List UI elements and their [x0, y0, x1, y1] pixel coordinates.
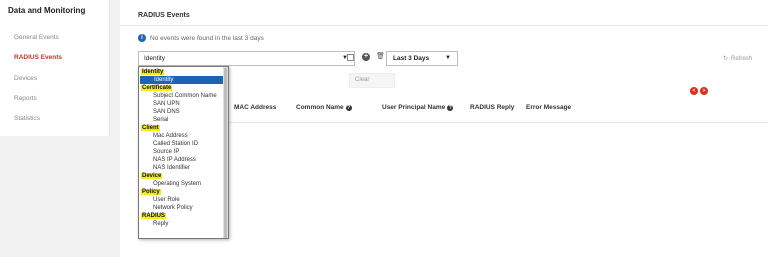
dropdown-option-san-dns[interactable]: SAN DNS [139, 108, 180, 116]
clear-button[interactable]: Clear [349, 73, 395, 88]
dropdown-group-client: Client [141, 125, 160, 131]
dropdown-option-nas-identifier[interactable]: NAS Identifier [139, 164, 190, 172]
column-header-common-name[interactable]: Common Name ? [296, 104, 352, 111]
filter-field-dropdown[interactable]: Identity Identity Certificate Subject Co… [138, 66, 229, 239]
column-header-label: Error Message [526, 104, 572, 111]
column-header-error-message[interactable]: Error Message [526, 104, 571, 111]
sidebar: Data and Monitoring General Events RADIU… [0, 0, 110, 136]
dropdown-group-radius: RADIUS [141, 213, 167, 219]
dropdown-option-reply[interactable]: Reply [139, 220, 168, 228]
column-header-label: RADIUS Reply [470, 104, 515, 111]
filter-checkbox[interactable] [347, 54, 354, 61]
plus-icon[interactable]: + [362, 53, 370, 61]
header-divider [228, 122, 768, 123]
chevron-down-icon: ▼ [445, 55, 451, 61]
scrollbar-thumb[interactable] [224, 68, 227, 238]
dropdown-option-identity[interactable]: Identity [140, 76, 224, 84]
dropdown-group-device: Device [141, 173, 163, 179]
sidebar-item-general-events[interactable]: General Events [14, 34, 59, 41]
column-header-label: Common Name [296, 104, 344, 111]
info-icon: i [138, 34, 146, 42]
refresh-button[interactable]: ↻ Refresh [722, 55, 752, 63]
page-title: RADIUS Events [138, 12, 190, 19]
dropdown-option-called-station-id[interactable]: Called Station ID [139, 140, 198, 148]
dropdown-option-mac-address[interactable]: Mac Address [139, 132, 188, 140]
arrow-left-icon[interactable]: < [690, 87, 698, 95]
time-range-select[interactable]: Last 3 Days ▼ [386, 51, 458, 66]
dropdown-group-policy: Policy [141, 189, 161, 195]
arrow-right-icon[interactable]: > [700, 87, 708, 95]
dropdown-option-san-upn[interactable]: SAN UPN [139, 100, 180, 108]
sidebar-item-statistics[interactable]: Statistics [14, 115, 40, 122]
info-text: No events were found in the last 3 days [150, 34, 264, 42]
info-message: i No events were found in the last 3 day… [138, 34, 264, 42]
dropdown-scrollbar[interactable] [223, 67, 228, 238]
trash-icon[interactable]: 🗑 [376, 52, 385, 60]
time-range-value: Last 3 Days [393, 55, 430, 62]
dropdown-option-nas-ip-address[interactable]: NAS IP Address [139, 156, 196, 164]
filter-field-value: Identity [144, 55, 165, 62]
column-header-radius-reply[interactable]: RADIUS Reply [470, 104, 514, 111]
help-icon[interactable]: ? [447, 104, 454, 111]
dropdown-option-user-role[interactable]: User Role [139, 196, 180, 204]
filter-field-select[interactable]: Identity ▼ [138, 51, 355, 66]
dropdown-option-network-policy[interactable]: Network Policy [139, 204, 193, 212]
dropdown-group-identity: Identity [141, 69, 165, 75]
column-header-label: User Principal Name [382, 104, 446, 111]
refresh-icon: ↻ [722, 56, 728, 62]
column-header-label: MAC Address [234, 104, 277, 111]
dropdown-option-source-ip[interactable]: Source IP [139, 148, 179, 156]
dropdown-group-certificate: Certificate [141, 85, 173, 91]
dropdown-option-serial[interactable]: Serial [139, 116, 168, 124]
column-header-mac-address[interactable]: MAC Address [234, 104, 276, 111]
sidebar-item-radius-events[interactable]: RADIUS Events [14, 54, 62, 61]
sidebar-item-devices[interactable]: Devices [14, 75, 37, 82]
column-header-user-principal-name[interactable]: User Principal Name ? [382, 104, 454, 111]
help-icon[interactable]: ? [345, 104, 352, 111]
dropdown-option-subject-common-name[interactable]: Subject Common Name [139, 92, 217, 100]
sidebar-title: Data and Monitoring [8, 6, 86, 15]
dropdown-option-operating-system[interactable]: Operating System [139, 180, 201, 188]
refresh-label: Refresh [730, 55, 752, 62]
panel-header: RADIUS Events [120, 0, 768, 26]
column-nav: < > [690, 87, 708, 95]
sidebar-item-reports[interactable]: Reports [14, 95, 37, 102]
